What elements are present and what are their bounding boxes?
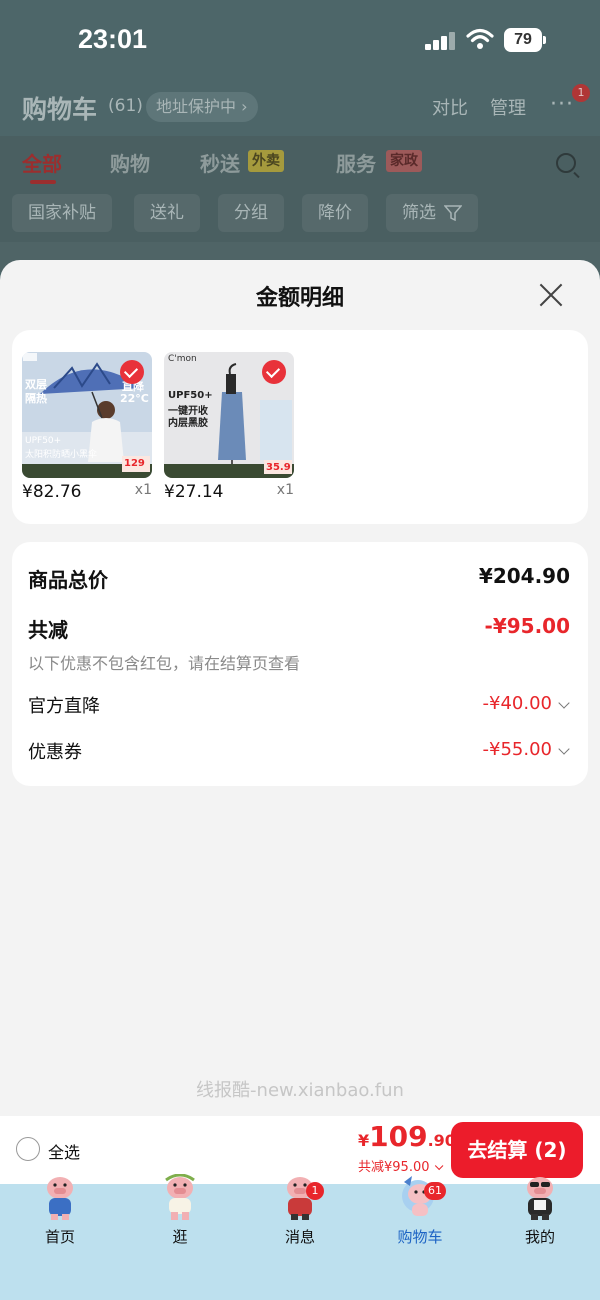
compare-link[interactable]: 对比 bbox=[432, 94, 468, 120]
product-price: ¥27.14 bbox=[164, 482, 224, 502]
product-item[interactable]: C'mon UPF50+ 一键开收 内层黑胶 35.9 ¥27.14 x1 bbox=[164, 352, 294, 502]
nav-item-cart[interactable]: 61 购物车 bbox=[360, 1176, 480, 1254]
cart-tabs: 全部 购物 秒送 外卖 服务 家政 bbox=[0, 136, 600, 190]
watermark: 线报酷-new.xianbao.fun bbox=[196, 1080, 404, 1101]
battery-level: 79 bbox=[504, 28, 542, 52]
amount-detail-sheet: 金额明细 双层 隔热 直降 22°C UPF50+ 太阳积防晒小黑伞 129 ¥… bbox=[0, 260, 600, 1116]
total-price-value: ¥204.90 bbox=[478, 564, 570, 588]
takeout-badge: 外卖 bbox=[248, 150, 284, 172]
discount-row-value: -¥40.00 bbox=[482, 693, 552, 714]
nav-label: 消息 bbox=[284, 1228, 315, 1246]
more-icon[interactable]: ··· bbox=[550, 92, 574, 117]
nav-label: 我的 bbox=[524, 1228, 555, 1246]
chevron-down-icon[interactable] bbox=[558, 743, 570, 755]
currency-symbol: ¥ bbox=[358, 1131, 370, 1150]
nav-badge: 61 bbox=[424, 1182, 446, 1200]
chip-national-subsidy[interactable]: 国家补贴 bbox=[12, 194, 112, 232]
discount-row-label: 优惠券 bbox=[28, 742, 82, 763]
product-image-text: UPF50+ bbox=[25, 436, 62, 446]
discount-row-value: -¥55.00 bbox=[482, 739, 552, 760]
checkout-total-price: ¥109.90 bbox=[358, 1120, 456, 1153]
tab-underline bbox=[30, 180, 56, 184]
nav-item-messages[interactable]: 1 消息 bbox=[240, 1177, 360, 1254]
chip-group[interactable]: 分组 bbox=[218, 194, 284, 232]
cart-header: 购物车 (61) 地址保护中 › 对比 管理 ··· 1 bbox=[0, 80, 600, 136]
discount-row-label: 官方直降 bbox=[28, 696, 100, 717]
nav-item-profile[interactable]: 我的 bbox=[480, 1177, 600, 1254]
price-integer: 109 bbox=[369, 1120, 428, 1153]
products-card: 双层 隔热 直降 22°C UPF50+ 太阳积防晒小黑伞 129 ¥82.76… bbox=[12, 330, 588, 524]
nav-item-home[interactable]: 首页 bbox=[0, 1177, 120, 1254]
product-image-text: C'mon bbox=[168, 354, 197, 364]
select-all-radio-icon[interactable] bbox=[16, 1137, 40, 1161]
checkout-discount[interactable]: 共减¥95.00 bbox=[358, 1156, 443, 1175]
price-summary-card: 商品总价 ¥204.90 共减 -¥95.00 以下优惠不包含红包，请在结算页查… bbox=[12, 542, 588, 786]
product-quantity: x1 bbox=[134, 482, 152, 498]
chip-price-drop[interactable]: 降价 bbox=[302, 194, 368, 232]
product-item[interactable]: 双层 隔热 直降 22°C UPF50+ 太阳积防晒小黑伞 129 ¥82.76… bbox=[22, 352, 152, 502]
product-price: ¥82.76 bbox=[22, 482, 82, 502]
product-image-umbrella-blue[interactable]: C'mon UPF50+ 一键开收 内层黑胶 35.9 bbox=[164, 352, 294, 478]
battery-icon: 79 bbox=[504, 28, 546, 52]
product-image-text: 太阳积防晒小黑伞 bbox=[25, 450, 98, 460]
product-image-text: 隔热 bbox=[25, 392, 47, 405]
check-icon[interactable] bbox=[262, 360, 286, 384]
tab-services[interactable]: 服务 bbox=[336, 148, 376, 177]
chevron-down-icon bbox=[434, 1161, 443, 1171]
close-icon[interactable] bbox=[538, 282, 564, 308]
housekeeping-badge: 家政 bbox=[386, 150, 422, 172]
checkout-discount-text: 共减¥95.00 bbox=[358, 1160, 430, 1175]
cart-item-count: (61) bbox=[108, 96, 143, 116]
nav-label: 购物车 bbox=[397, 1228, 443, 1246]
nav-badge: 1 bbox=[306, 1182, 324, 1200]
product-image-price: 129 bbox=[124, 458, 145, 469]
sheet-title: 金额明细 bbox=[255, 286, 344, 311]
nav-item-browse[interactable]: 逛 bbox=[120, 1174, 240, 1254]
filter-chips: 国家补贴 送礼 分组 降价 筛选 bbox=[0, 190, 600, 242]
search-icon[interactable] bbox=[556, 153, 576, 173]
wifi-icon bbox=[466, 28, 494, 49]
total-discount-value: -¥95.00 bbox=[484, 614, 570, 638]
chip-gift[interactable]: 送礼 bbox=[134, 194, 200, 232]
product-image-umbrella-black[interactable]: 双层 隔热 直降 22°C UPF50+ 太阳积防晒小黑伞 129 bbox=[22, 352, 152, 478]
signal-icon bbox=[425, 32, 457, 50]
product-quantity: x1 bbox=[276, 482, 294, 498]
chevron-down-icon[interactable] bbox=[558, 697, 570, 709]
tab-all[interactable]: 全部 bbox=[22, 148, 62, 177]
nav-label: 逛 bbox=[172, 1228, 188, 1246]
mascot-home-icon bbox=[47, 1177, 73, 1220]
status-time: 23:01 bbox=[78, 24, 148, 54]
product-image-text: 22°C bbox=[120, 392, 149, 405]
filter-icon bbox=[444, 205, 462, 221]
address-protection-pill[interactable]: 地址保护中 › bbox=[146, 92, 258, 122]
check-icon[interactable] bbox=[120, 360, 144, 384]
select-all-label[interactable]: 全选 bbox=[48, 1139, 80, 1163]
total-discount-label: 共减 bbox=[28, 618, 68, 642]
notification-badge: 1 bbox=[572, 84, 590, 102]
status-bar: 23:01 79 bbox=[0, 0, 600, 80]
mascot-browse-icon bbox=[165, 1174, 195, 1220]
product-image-text: UPF50+ bbox=[168, 390, 213, 401]
chip-filter[interactable]: 筛选 bbox=[386, 194, 478, 232]
product-image-price: 35.9 bbox=[266, 462, 291, 473]
manage-link[interactable]: 管理 bbox=[490, 94, 526, 120]
product-image-text: 双层 bbox=[25, 378, 47, 391]
product-image-text: 内层黑胶 bbox=[168, 418, 208, 429]
tab-flash-delivery[interactable]: 秒送 bbox=[200, 148, 240, 177]
total-price-label: 商品总价 bbox=[28, 568, 108, 592]
tab-shopping[interactable]: 购物 bbox=[110, 148, 150, 177]
nav-label: 首页 bbox=[44, 1228, 75, 1246]
page-title: 购物车 bbox=[22, 95, 98, 124]
mascot-profile-icon bbox=[527, 1177, 553, 1220]
discount-note: 以下优惠不包含红包，请在结算页查看 bbox=[28, 654, 301, 673]
checkout-button[interactable]: 去结算 (2) bbox=[451, 1122, 583, 1178]
bottom-nav: 首页 逛 1 消息 61 购物车 我的 bbox=[0, 1174, 600, 1300]
